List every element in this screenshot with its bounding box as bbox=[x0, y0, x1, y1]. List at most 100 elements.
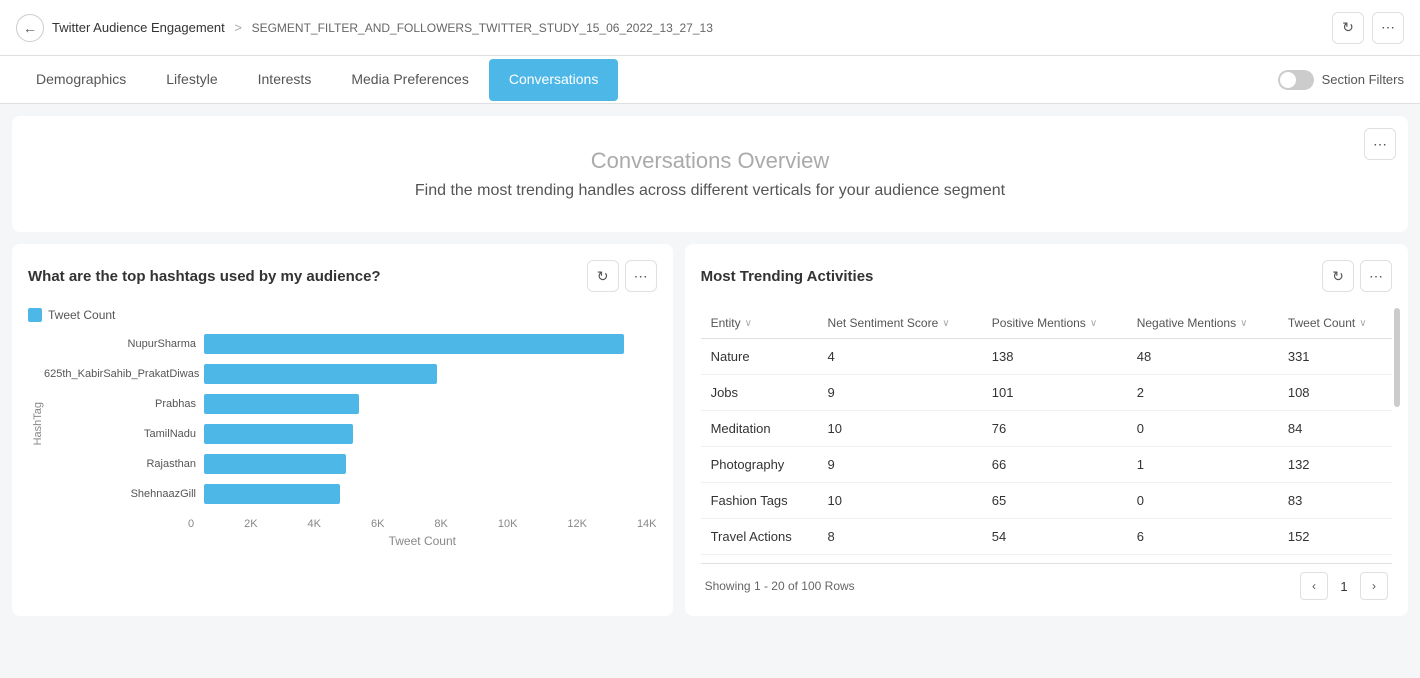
table-panel: Most Trending Activities ↻ ⋯ Entity ∨ bbox=[685, 244, 1408, 616]
breadcrumb-title: Twitter Audience Engagement bbox=[52, 20, 225, 35]
cell-negative-mentions: 0 bbox=[1127, 483, 1278, 519]
hero-section: ⋯ Conversations Overview Find the most t… bbox=[12, 116, 1408, 232]
bar-fill bbox=[204, 364, 437, 384]
table-panel-actions: ↻ ⋯ bbox=[1322, 260, 1392, 292]
table-scrollbar[interactable] bbox=[1394, 308, 1400, 407]
cell-entity: Travel Actions bbox=[701, 519, 818, 555]
cell-net-sentiment: 10 bbox=[818, 411, 982, 447]
table-body: Nature413848331Jobs91012108Meditation107… bbox=[701, 339, 1392, 555]
cell-tweet-count: 83 bbox=[1278, 483, 1392, 519]
table-row: Meditation1076084 bbox=[701, 411, 1392, 447]
x-axis-ticks: 02K4K6K8K10K12K14K bbox=[28, 518, 657, 530]
cell-net-sentiment: 9 bbox=[818, 447, 982, 483]
current-page: 1 bbox=[1334, 579, 1354, 594]
tab-lifestyle[interactable]: Lifestyle bbox=[146, 59, 237, 101]
breadcrumb-segment: SEGMENT_FILTER_AND_FOLLOWERS_TWITTER_STU… bbox=[252, 21, 713, 35]
x-tick: 8K bbox=[434, 518, 447, 530]
bar-row: ShehnaazGill bbox=[44, 484, 657, 504]
header-left: ← Twitter Audience Engagement > SEGMENT_… bbox=[16, 14, 713, 42]
more-options-button[interactable]: ⋯ bbox=[1372, 12, 1404, 44]
legend-label: Tweet Count bbox=[48, 308, 115, 322]
table-scroll-area: Entity ∨ Net Sentiment Score ∨ bbox=[701, 308, 1392, 555]
tab-media-preferences[interactable]: Media Preferences bbox=[331, 59, 489, 101]
table-more-button[interactable]: ⋯ bbox=[1360, 260, 1392, 292]
bar-fill bbox=[204, 394, 359, 414]
cell-negative-mentions: 6 bbox=[1127, 519, 1278, 555]
bar-container bbox=[204, 334, 657, 354]
bar-row: NupurSharma bbox=[44, 334, 657, 354]
cell-tweet-count: 132 bbox=[1278, 447, 1392, 483]
nav-tabs: Demographics Lifestyle Interests Media P… bbox=[0, 56, 1420, 104]
cell-negative-mentions: 1 bbox=[1127, 447, 1278, 483]
bar-fill bbox=[204, 484, 340, 504]
table-row: Photography9661132 bbox=[701, 447, 1392, 483]
tweet-count-sort-icon[interactable]: ∨ bbox=[1359, 318, 1366, 329]
cell-positive-mentions: 54 bbox=[982, 519, 1127, 555]
cell-tweet-count: 84 bbox=[1278, 411, 1392, 447]
prev-page-button[interactable]: ‹ bbox=[1300, 572, 1328, 600]
cell-positive-mentions: 76 bbox=[982, 411, 1127, 447]
tab-interests[interactable]: Interests bbox=[238, 59, 332, 101]
x-axis-label: Tweet Count bbox=[28, 534, 657, 548]
tab-demographics[interactable]: Demographics bbox=[16, 59, 146, 101]
bar-label: Rajasthan bbox=[44, 458, 204, 470]
hero-title: Conversations Overview bbox=[44, 148, 1376, 174]
x-tick: 2K bbox=[244, 518, 257, 530]
col-negative-mentions[interactable]: Negative Mentions ∨ bbox=[1127, 308, 1278, 339]
bar-fill bbox=[204, 454, 346, 474]
bar-container bbox=[204, 364, 657, 384]
x-tick: 12K bbox=[567, 518, 587, 530]
cell-positive-mentions: 65 bbox=[982, 483, 1127, 519]
chart-title: What are the top hashtags used by my aud… bbox=[28, 268, 381, 285]
cell-entity: Fashion Tags bbox=[701, 483, 818, 519]
legend-color bbox=[28, 308, 42, 322]
bar-label: 625th_KabirSahib_PrakatDiwas bbox=[44, 368, 204, 380]
header-right: ↻ ⋯ bbox=[1332, 12, 1404, 44]
breadcrumb: Twitter Audience Engagement > SEGMENT_FI… bbox=[52, 20, 713, 35]
chart-panel-actions: ↻ ⋯ bbox=[587, 260, 657, 292]
next-page-button[interactable]: › bbox=[1360, 572, 1388, 600]
y-axis-label: HashTag bbox=[28, 402, 44, 445]
refresh-button[interactable]: ↻ bbox=[1332, 12, 1364, 44]
bar-row: 625th_KabirSahib_PrakatDiwas bbox=[44, 364, 657, 384]
table-row: Travel Actions8546152 bbox=[701, 519, 1392, 555]
bar-label: Prabhas bbox=[44, 398, 204, 410]
toggle-knob bbox=[1280, 72, 1296, 88]
pagination-info: Showing 1 - 20 of 100 Rows bbox=[705, 579, 855, 593]
cell-entity: Nature bbox=[701, 339, 818, 375]
table-title: Most Trending Activities bbox=[701, 268, 874, 285]
section-filters-toggle[interactable] bbox=[1278, 70, 1314, 90]
bar-label: NupurSharma bbox=[44, 338, 204, 350]
bar-label: ShehnaazGill bbox=[44, 488, 204, 500]
cell-positive-mentions: 101 bbox=[982, 375, 1127, 411]
breadcrumb-separator: > bbox=[234, 20, 242, 35]
bar-fill bbox=[204, 424, 353, 444]
col-tweet-count[interactable]: Tweet Count ∨ bbox=[1278, 308, 1392, 339]
back-button[interactable]: ← bbox=[16, 14, 44, 42]
table-refresh-button[interactable]: ↻ bbox=[1322, 260, 1354, 292]
cell-positive-mentions: 66 bbox=[982, 447, 1127, 483]
trending-table: Entity ∨ Net Sentiment Score ∨ bbox=[701, 308, 1392, 555]
cell-negative-mentions: 2 bbox=[1127, 375, 1278, 411]
cell-net-sentiment: 9 bbox=[818, 375, 982, 411]
hero-more-button[interactable]: ⋯ bbox=[1364, 128, 1396, 160]
table-header: Entity ∨ Net Sentiment Score ∨ bbox=[701, 308, 1392, 339]
bar-row: Rajasthan bbox=[44, 454, 657, 474]
tab-conversations[interactable]: Conversations bbox=[489, 59, 619, 101]
bar-row: TamilNadu bbox=[44, 424, 657, 444]
chart-more-button[interactable]: ⋯ bbox=[625, 260, 657, 292]
entity-sort-icon[interactable]: ∨ bbox=[745, 318, 752, 329]
table-row: Nature413848331 bbox=[701, 339, 1392, 375]
chart-refresh-button[interactable]: ↻ bbox=[587, 260, 619, 292]
positive-sort-icon[interactable]: ∨ bbox=[1090, 318, 1097, 329]
col-positive-mentions[interactable]: Positive Mentions ∨ bbox=[982, 308, 1127, 339]
chart-panel: What are the top hashtags used by my aud… bbox=[12, 244, 673, 616]
net-sentiment-sort-icon[interactable]: ∨ bbox=[942, 318, 949, 329]
pagination-controls: ‹ 1 › bbox=[1300, 572, 1388, 600]
table-row: Jobs91012108 bbox=[701, 375, 1392, 411]
col-entity[interactable]: Entity ∨ bbox=[701, 308, 818, 339]
cell-entity: Photography bbox=[701, 447, 818, 483]
col-net-sentiment[interactable]: Net Sentiment Score ∨ bbox=[818, 308, 982, 339]
negative-sort-icon[interactable]: ∨ bbox=[1240, 318, 1247, 329]
bar-container bbox=[204, 454, 657, 474]
